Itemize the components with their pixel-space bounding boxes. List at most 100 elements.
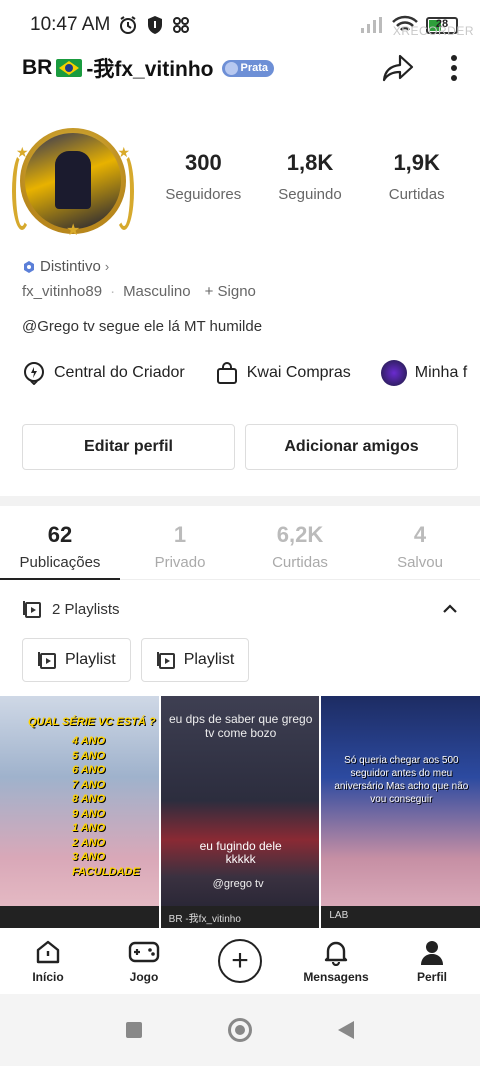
caption-line: FACULDADE [72, 865, 140, 878]
star-icon: ★ [16, 144, 29, 160]
status-bar: 10:47 AM 28 XRECORDER [0, 0, 480, 50]
video-caption: Só queria chegar aos 500 seguidor antes … [334, 755, 469, 805]
content-tabs: 62 Publicações 1 Privado 6,2K Curtidas 4… [0, 512, 480, 580]
caption-line: 3 ANO [72, 851, 106, 863]
shortcut-creator-center[interactable]: Central do Criador [22, 361, 185, 385]
share-icon[interactable] [382, 53, 414, 83]
add-signo-button[interactable]: + Signo [205, 283, 256, 300]
watermark: XRECORDER [392, 24, 474, 38]
shortcut-label: Kwai Compras [246, 364, 351, 381]
rank-badge[interactable]: Prata [221, 59, 275, 77]
caption-line: 6 ANO [72, 764, 106, 776]
edit-profile-button[interactable]: Editar perfil [22, 424, 235, 470]
creator-center-icon [24, 362, 44, 385]
shortcut-minha[interactable]: Minha f [380, 360, 467, 386]
home-button-icon[interactable] [228, 1018, 252, 1042]
peek-caption: BR -我fx_vitinho [168, 914, 241, 925]
profile-icon [421, 941, 443, 965]
header-actions [382, 53, 458, 83]
playlists-count: 2 Playlists [52, 600, 120, 618]
create-plus-icon: + [218, 939, 262, 983]
stat-followers[interactable]: 300 Seguidores [150, 150, 257, 203]
nav-label: Jogo [129, 970, 159, 984]
nav-perfil[interactable]: Perfil [384, 938, 480, 984]
stat-label: Curtidas [388, 186, 445, 203]
profile-stats: 300 Seguidores 1,8K Seguindo 1,9K Curtid… [150, 150, 470, 203]
tab-salvou[interactable]: 4 Salvou [360, 512, 480, 579]
video-tag: @grego tv [212, 878, 264, 890]
shortcut-label: Central do Criador [54, 364, 185, 381]
avatar[interactable]: ★ ★ ★ [12, 122, 134, 240]
video-thumbnail[interactable]: eu dps de saber que grego tv come bozo e… [160, 696, 320, 928]
stat-value: 1,9K [393, 150, 440, 175]
star-icon: ★ [66, 222, 81, 239]
stat-label: Seguindo [278, 186, 342, 203]
profile-header: BR -我fx_vitinho Prata [0, 48, 480, 88]
status-icons-left [118, 15, 190, 35]
home-icon [36, 940, 60, 964]
profile-bio: @Grego tv segue ele lá MT humilde [22, 318, 263, 335]
playlist-chip[interactable]: Playlist [22, 638, 131, 682]
video-thumbnail[interactable]: QUAL SÉRIE VC ESTÁ ? 4 ANO 5 ANO 6 ANO 7… [0, 696, 159, 928]
tab-publicacoes[interactable]: 62 Publicações [0, 512, 120, 580]
stat-following[interactable]: 1,8K Seguindo [257, 150, 364, 203]
profile-name-suffix: -我fx_vitinho [86, 58, 214, 81]
tab-curtidas[interactable]: 6,2K Curtidas [240, 512, 360, 579]
caption-line: 9 ANO [72, 807, 106, 820]
avatar-frame [20, 128, 126, 234]
add-friends-button[interactable]: Adicionar amigos [245, 424, 458, 470]
tab-label: Privado [154, 554, 206, 571]
tab-label: Curtidas [272, 554, 328, 571]
avatar-icon [380, 360, 407, 386]
playlists-header[interactable]: 2 Playlists [22, 594, 458, 624]
video-caption: eu fugindo dele kkkkk [199, 839, 282, 866]
playlist-chip-label: Playlist [183, 651, 235, 668]
video-thumbnail[interactable]: BR -我fx_vitinho [160, 906, 320, 928]
tab-label: Salvou [397, 554, 443, 571]
video-thumbnail[interactable] [0, 906, 159, 928]
tab-privado[interactable]: 1 Privado [120, 512, 240, 579]
peek-caption: LAB [329, 910, 349, 921]
playlist-chip-label: Playlist [65, 651, 116, 668]
tab-count: 4 [413, 522, 427, 547]
caption-line: 7 ANO [72, 778, 106, 791]
profile-name-prefix: BR [22, 56, 53, 79]
video-grid: QUAL SÉRIE VC ESTÁ ? 4 ANO 5 ANO 6 ANO 7… [0, 696, 480, 928]
nav-jogo[interactable]: Jogo [96, 938, 192, 984]
video-caption-list: 4 ANO 5 ANO 6 ANO 7 ANO 8 ANO 9 ANO 1 AN… [72, 734, 140, 879]
bell-icon [324, 941, 348, 966]
nav-mensagens[interactable]: Mensagens [288, 938, 384, 984]
tab-count: 62 [47, 522, 73, 547]
bottom-nav: Início Jogo + Mensagens Perfil [0, 928, 480, 994]
playlist-icon [38, 652, 56, 669]
nav-inicio[interactable]: Início [0, 938, 96, 984]
tab-label: Publicações [19, 554, 101, 571]
nav-label: Início [32, 970, 64, 984]
video-thumbnail[interactable]: LAB [321, 906, 480, 928]
nav-label: Mensagens [303, 970, 369, 984]
more-options-icon[interactable] [450, 54, 458, 82]
star-icon: ★ [117, 144, 130, 160]
vpn-icon [173, 17, 190, 33]
section-divider [0, 496, 480, 506]
recent-apps-icon[interactable] [126, 1022, 142, 1038]
nav-create[interactable]: + [192, 939, 288, 983]
tab-count: 6,2K [276, 522, 324, 547]
signal-icon [361, 17, 382, 33]
gamepad-icon [128, 941, 160, 963]
chevron-up-icon[interactable] [442, 603, 458, 615]
meta-separator: · [110, 283, 116, 300]
video-thumbnail[interactable]: Só queria chegar aos 500 seguidor antes … [321, 696, 480, 928]
back-icon[interactable] [338, 1021, 354, 1039]
playlist-chip[interactable]: Playlist [140, 638, 250, 682]
stat-value: 1,8K [286, 150, 334, 175]
distintivo-link[interactable]: Distintivo › [22, 258, 109, 275]
profile-name: BR -我fx_vitinho Prata [22, 53, 275, 83]
alarm-icon [120, 16, 137, 34]
brazil-flag-icon [56, 59, 83, 77]
shortcut-kwai-compras[interactable]: Kwai Compras [215, 361, 351, 385]
status-time: 10:47 AM [30, 14, 111, 35]
stat-likes[interactable]: 1,9K Curtidas [363, 150, 470, 203]
system-nav-bar [0, 994, 480, 1066]
playlist-icon [156, 652, 175, 669]
